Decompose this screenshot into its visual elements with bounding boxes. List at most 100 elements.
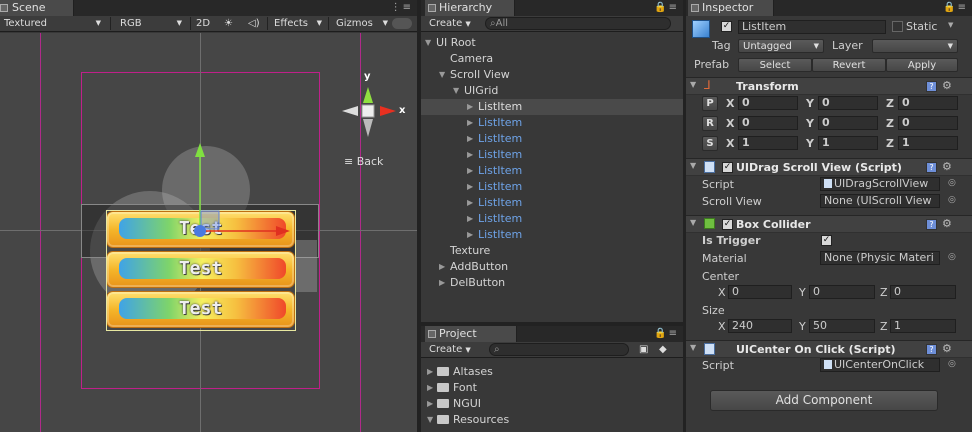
component-enabled-checkbox[interactable]: ✓: [722, 162, 733, 173]
transform-y-field[interactable]: 1: [818, 136, 878, 150]
drag-scroll-view-header[interactable]: ▼ ✓ UIDrag Scroll View (Script) ? ⚙: [686, 158, 972, 176]
tree-item-delbutton[interactable]: ▶ DelButton: [421, 275, 683, 291]
script-field[interactable]: UIDragScrollView: [820, 177, 940, 191]
sun-icon[interactable]: ☀: [220, 16, 237, 31]
tree-item-listitem[interactable]: ▶ ListItem: [421, 179, 683, 195]
box-collider-header[interactable]: ▼ ✓ Box Collider ? ⚙: [686, 215, 972, 233]
gizmos-dropdown[interactable]: Gizmos ▼: [332, 16, 388, 31]
tag-dropdown[interactable]: Untagged ▼: [738, 39, 824, 53]
transform-z-field[interactable]: 1: [898, 136, 958, 150]
transform-x-field[interactable]: 0: [738, 96, 798, 110]
transform-header[interactable]: ▼ ⅃ Transform ? ⚙: [686, 77, 972, 95]
transform-x-field[interactable]: 0: [738, 116, 798, 130]
hierarchy-create-dropdown[interactable]: Create ▼: [425, 16, 475, 31]
help-icon[interactable]: ?: [926, 162, 937, 173]
scene-tab-menu-icon[interactable]: ⋮≡: [391, 2, 413, 13]
object-picker-icon[interactable]: ◎: [948, 195, 956, 205]
help-icon[interactable]: ?: [926, 81, 937, 92]
prefab-apply-button[interactable]: Apply: [886, 58, 958, 72]
orientation-gizmo[interactable]: y x: [340, 71, 410, 155]
center-y-field[interactable]: 0: [809, 285, 875, 299]
layer-dropdown[interactable]: ▼: [872, 39, 958, 53]
filter-type-icon[interactable]: ▣: [635, 342, 652, 357]
help-icon[interactable]: ?: [926, 219, 937, 230]
scroll-view-field[interactable]: None (UIScroll View: [820, 194, 940, 208]
tree-item-listitem[interactable]: ▶ ListItem: [421, 227, 683, 243]
gear-icon[interactable]: ⚙: [942, 217, 952, 230]
center-z-field[interactable]: 0: [890, 285, 956, 299]
help-icon[interactable]: ?: [926, 344, 937, 355]
effects-dropdown[interactable]: Effects ▼: [270, 16, 322, 31]
gear-icon[interactable]: ⚙: [942, 342, 952, 355]
project-lock-icon[interactable]: 🔒≡: [654, 328, 679, 339]
material-field[interactable]: None (Physic Materi: [820, 251, 940, 265]
color-mode-dropdown[interactable]: RGB ▼: [116, 16, 186, 31]
tree-item-listitem[interactable]: ▶ ListItem: [421, 131, 683, 147]
transform-reset-button[interactable]: S: [702, 136, 718, 151]
folder-resources[interactable]: ▼ Resources: [427, 412, 509, 428]
folder-ngui[interactable]: ▶ NGUI: [427, 396, 481, 412]
size-x-field[interactable]: 240: [728, 319, 792, 333]
tree-item-listitem[interactable]: ▶ ListItem: [421, 163, 683, 179]
transform-z-field[interactable]: 0: [898, 116, 958, 130]
tab-scene[interactable]: Scene: [0, 0, 74, 16]
tree-item-texture[interactable]: Texture: [421, 243, 683, 259]
gear-icon[interactable]: ⚙: [942, 160, 952, 173]
speaker-icon[interactable]: ◁): [244, 16, 264, 31]
tree-item-camera[interactable]: Camera: [421, 51, 683, 67]
tree-item-scroll-view[interactable]: ▼ Scroll View: [421, 67, 683, 83]
center-on-click-header[interactable]: ▼ UICenter On Click (Script) ? ⚙: [686, 340, 972, 358]
prefab-select-button[interactable]: Select: [738, 58, 812, 72]
toolbar-divider: [110, 17, 111, 30]
add-component-button[interactable]: Add Component: [710, 390, 938, 411]
mode-2d-toggle[interactable]: 2D: [192, 16, 214, 31]
size-y-label: Y: [799, 320, 806, 333]
folder-altases[interactable]: ▶ Altases: [427, 364, 493, 380]
transform-x-field[interactable]: 1: [738, 136, 798, 150]
active-checkbox[interactable]: ✓: [721, 21, 732, 32]
size-y-field[interactable]: 50: [809, 319, 875, 333]
tree-item-listitem[interactable]: ▶ ListItem: [421, 211, 683, 227]
center-x-field[interactable]: 0: [728, 285, 792, 299]
script-field[interactable]: UICenterOnClick: [820, 358, 940, 372]
hierarchy-search-input[interactable]: ⌕All: [485, 17, 671, 30]
tree-item-ui-root[interactable]: ▼ UI Root: [421, 35, 683, 51]
project-search-input[interactable]: ⌕: [489, 343, 629, 356]
filter-label-icon[interactable]: ◆: [655, 342, 671, 357]
tab-inspector[interactable]: Inspector: [688, 0, 774, 16]
view-back-label[interactable]: ≡ Back: [344, 155, 383, 168]
tree-item-listitem[interactable]: ▶ ListItem: [421, 195, 683, 211]
tree-item-listitem[interactable]: ▶ ListItem: [421, 115, 683, 131]
tab-project[interactable]: Project: [425, 326, 517, 342]
transform-y-field[interactable]: 0: [818, 116, 878, 130]
transform-reset-button[interactable]: R: [702, 116, 718, 131]
object-picker-icon[interactable]: ◎: [948, 359, 956, 369]
dropdown-arrow-icon[interactable]: ▼: [948, 21, 953, 29]
size-z-field[interactable]: 1: [890, 319, 956, 333]
static-checkbox[interactable]: [892, 21, 903, 32]
transform-z-field[interactable]: 0: [898, 96, 958, 110]
transform-reset-button[interactable]: P: [702, 96, 718, 111]
folder-icon: [437, 367, 449, 376]
component-enabled-checkbox[interactable]: ✓: [722, 219, 733, 230]
tab-hierarchy[interactable]: Hierarchy: [425, 0, 515, 16]
object-picker-icon[interactable]: ◎: [948, 252, 956, 262]
scene-search-field[interactable]: [392, 18, 412, 29]
tree-item-listitem[interactable]: ▶ ListItem: [421, 99, 683, 115]
gear-icon[interactable]: ⚙: [942, 79, 952, 92]
tree-item-uigrid[interactable]: ▼ UIGrid: [421, 83, 683, 99]
transform-y-field[interactable]: 0: [818, 96, 878, 110]
tree-item-listitem[interactable]: ▶ ListItem: [421, 147, 683, 163]
material-label: Material: [702, 252, 747, 265]
is-trigger-checkbox[interactable]: ✓: [821, 235, 832, 246]
scene-viewport[interactable]: Test Test Test y x ≡ Back: [0, 33, 417, 432]
object-picker-icon[interactable]: ◎: [948, 178, 956, 188]
hierarchy-lock-icon[interactable]: 🔒≡: [654, 2, 679, 13]
project-create-dropdown[interactable]: Create ▼: [425, 342, 475, 357]
object-name-field[interactable]: ListItem: [738, 20, 886, 34]
folder-font[interactable]: ▶ Font: [427, 380, 477, 396]
render-mode-dropdown[interactable]: Textured ▼: [0, 16, 105, 31]
inspector-lock-icon[interactable]: 🔒≡: [943, 2, 968, 13]
prefab-revert-button[interactable]: Revert: [812, 58, 886, 72]
tree-item-addbutton[interactable]: ▶ AddButton: [421, 259, 683, 275]
